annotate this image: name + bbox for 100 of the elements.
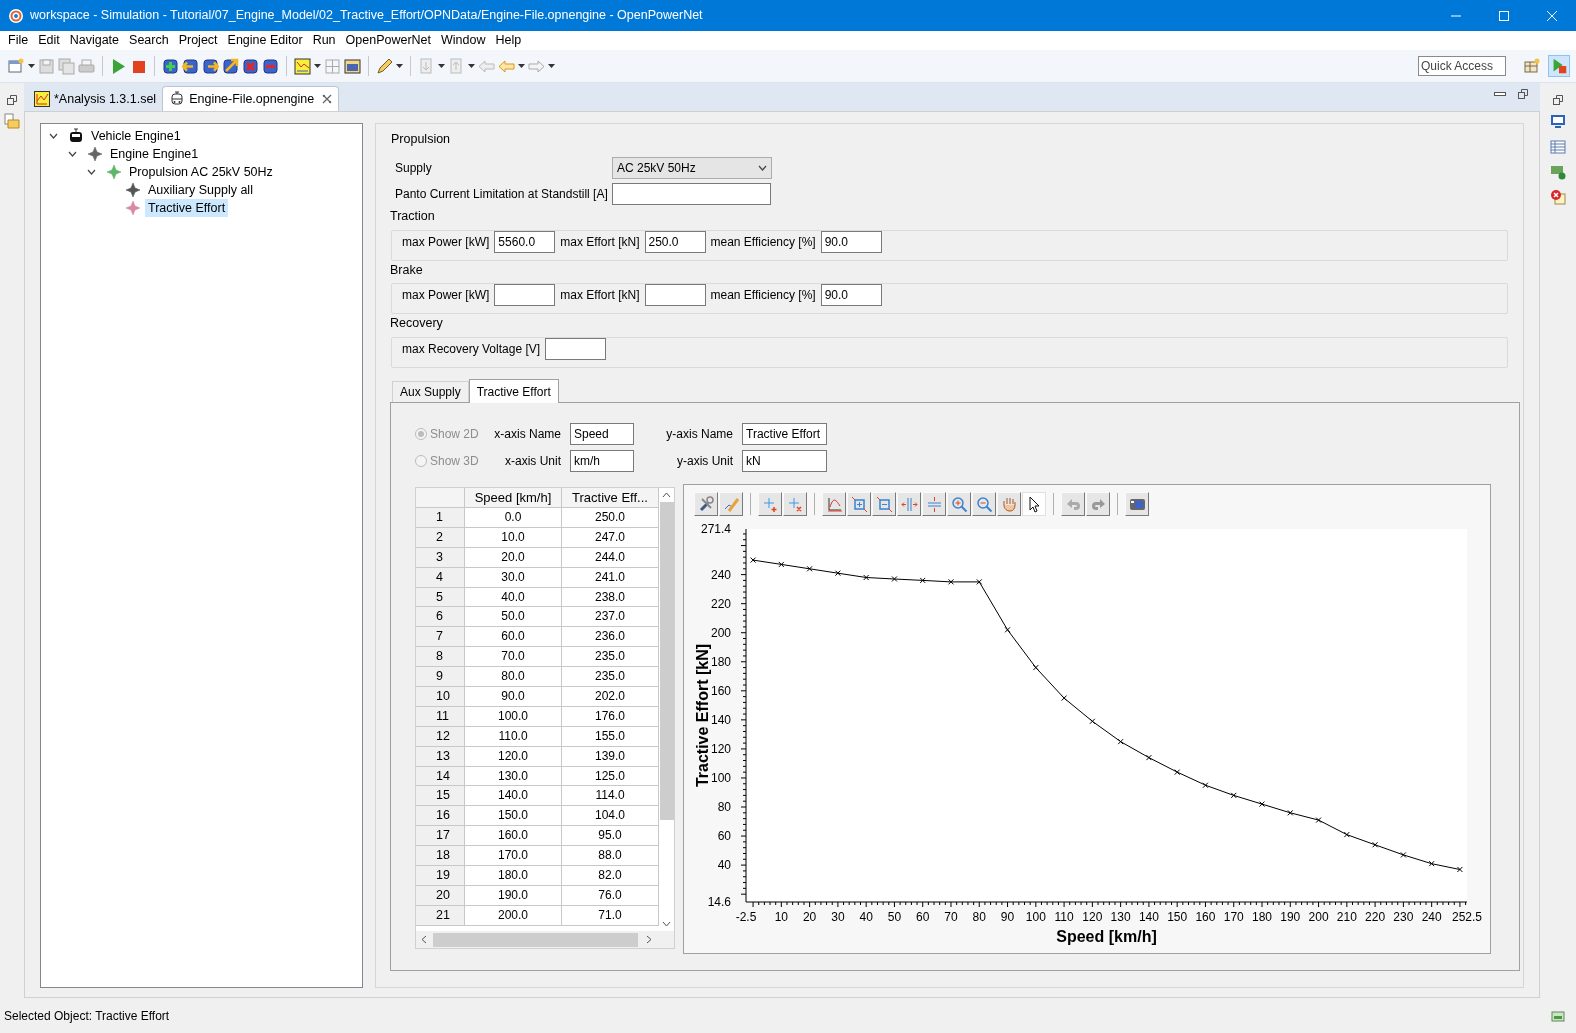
chart-axes-icon (825, 495, 843, 513)
maximize-icon[interactable] (1498, 9, 1510, 22)
window-icon[interactable] (344, 57, 361, 75)
folder-icon[interactable] (4, 113, 20, 129)
console-play-icon[interactable] (1550, 164, 1566, 180)
menu-item[interactable]: File (3, 31, 34, 50)
x-tick-label: -2.5 (735, 910, 757, 924)
editor-tab[interactable]: *Analysis 1.3.1.sel (28, 87, 163, 111)
table-cell: 114.0 (562, 786, 659, 806)
axis-name-field[interactable]: km/h (570, 450, 634, 472)
y-tick-label: 271.4 (700, 522, 731, 536)
edit-chart-button[interactable] (719, 492, 743, 516)
input-field[interactable] (644, 284, 706, 307)
pen-icon[interactable] (376, 57, 393, 75)
delete-icon[interactable] (242, 57, 259, 75)
input-field[interactable]: 250.0 (644, 230, 706, 253)
supply-dropdown[interactable]: AC 25kV 50Hz (612, 156, 772, 179)
tree-item[interactable]: Tractive Effort (145, 199, 229, 217)
close-icon[interactable] (322, 94, 333, 104)
dropdown-caret-icon[interactable] (438, 64, 445, 68)
zoom-box-out-icon (875, 495, 893, 513)
zoom-box-button[interactable] (847, 492, 871, 516)
add-icon[interactable] (162, 57, 179, 75)
dropdown-caret-icon[interactable] (28, 64, 35, 68)
scroll-right-icon[interactable] (646, 935, 652, 944)
restore-icon[interactable] (7, 95, 17, 105)
menu-item[interactable]: Navigate (64, 31, 125, 50)
restore-icon[interactable] (1553, 95, 1563, 105)
pointer-button[interactable] (1022, 492, 1046, 516)
fit-horizontal-icon (900, 495, 918, 513)
data-point (1004, 626, 1011, 633)
dropdown-caret-icon[interactable] (518, 64, 525, 68)
menu-item[interactable]: Search (124, 31, 174, 50)
table-cell: 140.0 (465, 786, 562, 806)
horizontal-scrollbar[interactable] (416, 931, 674, 948)
perspective-icon[interactable] (1524, 58, 1540, 74)
input-field[interactable]: 5560.0 (494, 230, 556, 253)
editor-tab[interactable]: Engine-File.opnengine (162, 86, 340, 111)
expand-chevron-icon[interactable] (68, 151, 77, 157)
input-field[interactable] (611, 182, 771, 205)
tree-item[interactable]: Vehicle Engine1 (88, 127, 184, 145)
undo-button[interactable] (1061, 492, 1085, 516)
scroll-down-icon[interactable] (662, 921, 671, 927)
tree-item[interactable]: Engine Engine1 (107, 145, 202, 163)
menu-item[interactable]: Help (490, 31, 527, 50)
arrow-diagonal-icon[interactable] (222, 57, 239, 75)
monitor-icon[interactable] (1550, 114, 1566, 130)
settings-button[interactable] (694, 492, 718, 516)
table-icon[interactable] (1550, 139, 1566, 155)
menu-item[interactable]: Run (307, 31, 341, 50)
menu-item[interactable]: Edit (33, 31, 65, 50)
zoom-in-button[interactable] (947, 492, 971, 516)
run-perspective-icon[interactable] (1548, 55, 1570, 77)
chart-axes-button[interactable] (822, 492, 846, 516)
menu-item[interactable]: Window (436, 31, 491, 50)
remove-icon[interactable] (262, 57, 279, 75)
camera-button[interactable] (1125, 492, 1149, 516)
menu-item[interactable]: Engine Editor (222, 31, 308, 50)
zoom-out-button[interactable] (972, 492, 996, 516)
run-icon[interactable] (110, 57, 127, 75)
input-field[interactable] (494, 284, 556, 307)
chart-icon[interactable] (294, 57, 311, 75)
remove-point-button[interactable] (783, 492, 807, 516)
arrow-right-icon[interactable] (202, 57, 219, 75)
menu-item[interactable]: OpenPowerNet (340, 31, 437, 50)
column-header[interactable]: Tractive Eff... (562, 488, 659, 507)
dropdown-caret-icon[interactable] (314, 64, 321, 68)
axis-name-field[interactable]: Speed (570, 423, 634, 445)
input-field[interactable]: 90.0 (820, 230, 882, 253)
input-field[interactable] (545, 338, 607, 360)
table-cell: 50.0 (465, 607, 562, 627)
arrow-left-icon[interactable] (182, 57, 199, 75)
dropdown-caret-icon[interactable] (548, 64, 555, 68)
dropdown-caret-icon[interactable] (468, 64, 475, 68)
fit-vertical-button[interactable] (922, 492, 946, 516)
fit-horizontal-button[interactable] (897, 492, 921, 516)
axis-name-field[interactable]: kN (742, 450, 827, 472)
input-field[interactable]: 90.0 (820, 284, 882, 307)
error-log-icon[interactable] (1550, 189, 1566, 205)
add-point-button[interactable] (758, 492, 782, 516)
redo-button[interactable] (1086, 492, 1110, 516)
x-tick-label: 252.5 (1452, 910, 1482, 924)
pan-button[interactable] (997, 492, 1021, 516)
expand-chevron-icon[interactable] (87, 169, 96, 175)
scroll-up-icon[interactable] (662, 492, 671, 498)
dropdown-caret-icon[interactable] (396, 64, 403, 68)
zoom-box-out-button[interactable] (872, 492, 896, 516)
expand-chevron-icon[interactable] (49, 133, 58, 139)
column-header[interactable]: Speed [km/h] (465, 488, 562, 507)
tree-item[interactable]: Propulsion AC 25kV 50Hz (126, 163, 276, 181)
tree-item[interactable]: Auxiliary Supply all (145, 181, 256, 199)
tab[interactable]: Aux Supply (392, 381, 469, 402)
field-label: max Recovery Voltage [V] (402, 341, 541, 358)
menu-item[interactable]: Project (173, 31, 223, 50)
axis-name-field[interactable]: Tractive Effort (742, 423, 827, 445)
restore-icon[interactable] (1518, 89, 1528, 99)
table-cell: 30.0 (465, 567, 562, 587)
scroll-left-icon[interactable] (421, 935, 427, 944)
quick-access-field[interactable]: Quick Access (1418, 56, 1506, 76)
tab[interactable]: Tractive Effort (468, 379, 559, 403)
